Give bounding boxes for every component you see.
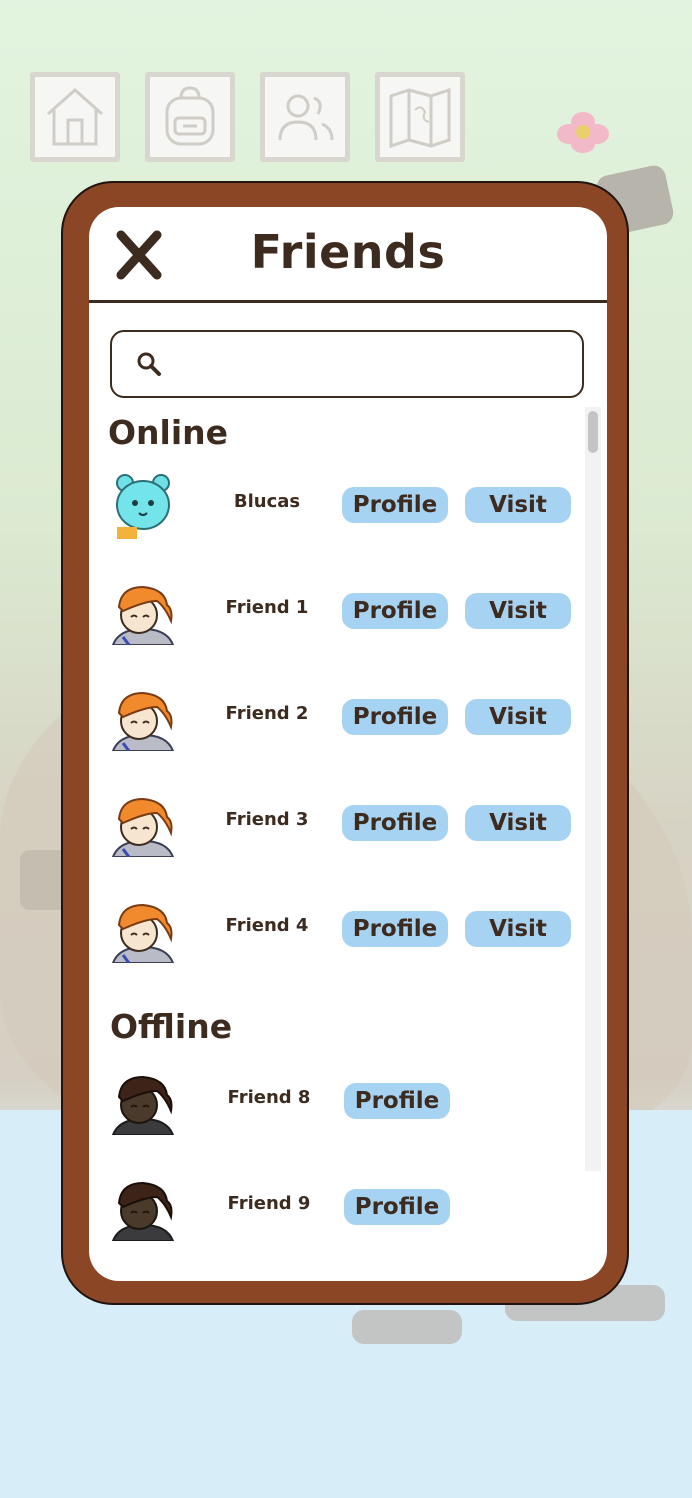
friends-button[interactable]: [260, 72, 350, 162]
visit-button[interactable]: Visit: [465, 911, 571, 947]
profile-button[interactable]: Profile: [344, 1189, 450, 1225]
friend-row-blucas: Blucas Profile Visit: [89, 465, 589, 545]
friends-list: Online Blucas Profile Visit Friend 1 Pro…: [89, 407, 607, 1281]
search-input[interactable]: [174, 352, 558, 376]
profile-button[interactable]: Profile: [342, 487, 448, 523]
search-icon: [137, 352, 161, 376]
profile-button[interactable]: Profile: [342, 805, 448, 841]
friend-name: Friend 3: [225, 809, 309, 830]
avatar: [109, 683, 177, 752]
users-icon: [278, 94, 334, 141]
search-box[interactable]: [110, 330, 584, 398]
friend-name: Friend 9: [227, 1193, 311, 1214]
friend-row-3: Friend 3 Profile Visit: [89, 783, 589, 863]
flower-decoration: [555, 108, 611, 160]
offline-section-title: Offline: [110, 1007, 233, 1046]
map-icon: [389, 87, 451, 149]
friend-name: Friend 4: [225, 915, 309, 936]
profile-button[interactable]: Profile: [344, 1083, 450, 1119]
avatar: [109, 471, 177, 539]
panel-title: Friends: [250, 225, 446, 279]
friends-panel: Friends Online Blucas Profile Visit Frie…: [89, 207, 607, 1281]
home-button[interactable]: [30, 72, 120, 162]
backpack-button[interactable]: [145, 72, 235, 162]
visit-button[interactable]: Visit: [465, 487, 571, 523]
friend-row-9: Friend 9 Profile: [89, 1167, 589, 1247]
visit-button[interactable]: Visit: [465, 699, 571, 735]
map-button[interactable]: [375, 72, 465, 162]
avatar: [109, 789, 177, 858]
friend-name: Friend 1: [225, 597, 309, 618]
friend-row-8: Friend 8 Profile: [89, 1061, 589, 1141]
visit-button[interactable]: Visit: [465, 805, 571, 841]
stone-bottom-left: [352, 1310, 462, 1344]
backpack-icon: [165, 86, 215, 146]
friend-row-2: Friend 2 Profile Visit: [89, 677, 589, 757]
avatar: [109, 1067, 177, 1136]
profile-button[interactable]: Profile: [342, 911, 448, 947]
home-icon: [47, 87, 103, 146]
avatar: [109, 577, 177, 646]
profile-button[interactable]: Profile: [342, 593, 448, 629]
friend-name: Blucas: [233, 491, 301, 512]
friend-row-4: Friend 4 Profile Visit: [89, 889, 589, 969]
profile-button[interactable]: Profile: [342, 699, 448, 735]
friend-name: Friend 2: [225, 703, 309, 724]
online-section-title: Online: [108, 413, 229, 452]
friend-row-1: Friend 1 Profile Visit: [89, 571, 589, 651]
panel-header: Friends: [89, 207, 607, 303]
avatar: [109, 1173, 177, 1242]
top-nav-bar: [30, 72, 465, 162]
avatar: [109, 895, 177, 964]
friend-name: Friend 8: [227, 1087, 311, 1108]
visit-button[interactable]: Visit: [465, 593, 571, 629]
